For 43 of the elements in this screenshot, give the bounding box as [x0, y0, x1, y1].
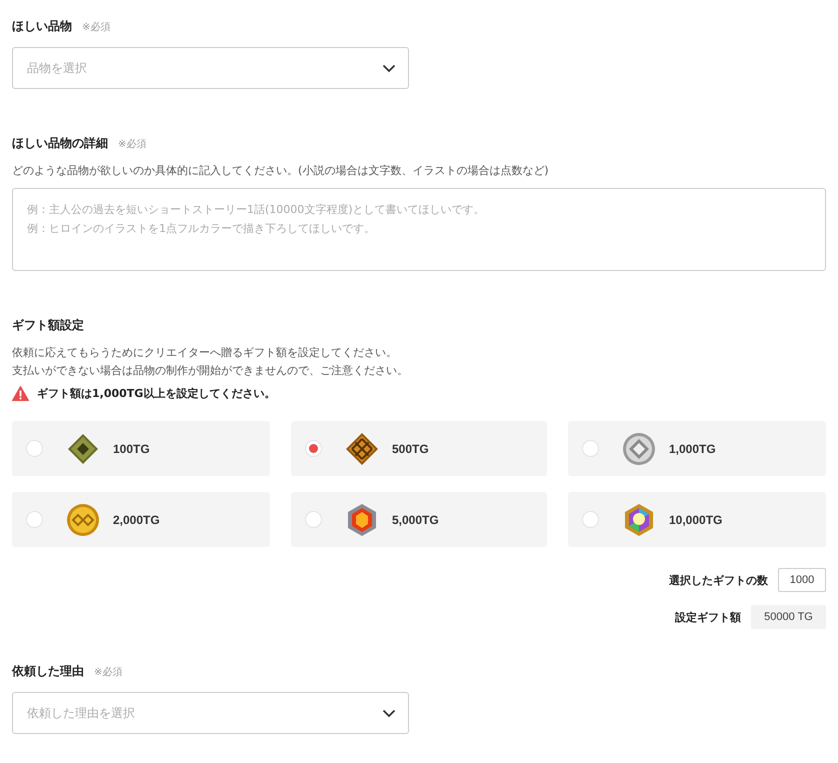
- gift-label: 10,000TG: [669, 512, 722, 526]
- count-label: 選択したギフトの数: [669, 572, 768, 588]
- gift-label: 500TG: [392, 442, 429, 456]
- radio-button[interactable]: [582, 511, 599, 528]
- warning-text: ギフト額は1,000TG以上を設定してください。: [37, 386, 276, 401]
- description-text: 依頼に応えてもらうためにクリエイターへ贈るギフト額を設定してください。: [12, 345, 398, 361]
- required-note: ※必須: [82, 20, 110, 34]
- radio-button[interactable]: [26, 440, 43, 457]
- placeholder-text: 品物を選択: [27, 60, 87, 76]
- placeholder-text: 例：主人公の過去を短いショートストーリー1話(10000文字程度)として書いてほしいです。: [27, 202, 486, 218]
- coin-icon: [621, 430, 657, 466]
- waffle-coin-icon: [344, 430, 380, 466]
- gift-label: 1,000TG: [669, 442, 716, 456]
- gift-label: 2,000TG: [113, 512, 160, 526]
- amount-label: 設定ギフト額: [675, 610, 741, 624]
- placeholder-text: 例：ヒロインのイラストを1点フルカラーで描き下ろしてほしいです。: [27, 221, 376, 237]
- required-note: ※必須: [94, 666, 122, 679]
- gift-option[interactable]: 1,000TG: [568, 421, 826, 476]
- gift-label: 100TG: [113, 442, 150, 456]
- gift-option[interactable]: 2,000TG: [12, 492, 270, 547]
- gift-option[interactable]: 500TG: [291, 421, 547, 476]
- chevron-down-icon: [382, 64, 396, 72]
- description-text: どのような品物が欲しいのか具体的に記入してください。(小説の場合は文字数、イラストの場合は点数など): [12, 163, 550, 179]
- radio-button[interactable]: [582, 440, 599, 457]
- required-note: ※必須: [118, 138, 146, 151]
- description-text: 支払いができない場合は品物の制作が開始ができませんので、ご注意ください。: [12, 363, 409, 379]
- section-title: ほしい品物: [12, 18, 72, 35]
- chevron-down-icon: [382, 708, 396, 718]
- section-title: ほしい品物の詳細: [12, 135, 108, 152]
- section-title: 依頼した理由: [12, 663, 84, 680]
- amount-value: 50000 TG: [751, 605, 826, 629]
- radio-button[interactable]: [305, 440, 322, 457]
- count-field[interactable]: 1000: [778, 568, 826, 592]
- radio-button[interactable]: [26, 511, 43, 528]
- gift-option[interactable]: 100TG: [12, 421, 270, 476]
- section-title: ギフト額設定: [12, 317, 84, 334]
- gift-option[interactable]: 10,000TG: [568, 492, 826, 547]
- gift-option[interactable]: 5,000TG: [291, 492, 547, 547]
- gift-label: 5,000TG: [392, 512, 439, 526]
- warning-icon: [12, 386, 29, 401]
- radio-button[interactable]: [305, 511, 322, 528]
- round-coin-icon: [65, 502, 101, 538]
- placeholder-text: 依頼した理由を選択: [27, 704, 135, 722]
